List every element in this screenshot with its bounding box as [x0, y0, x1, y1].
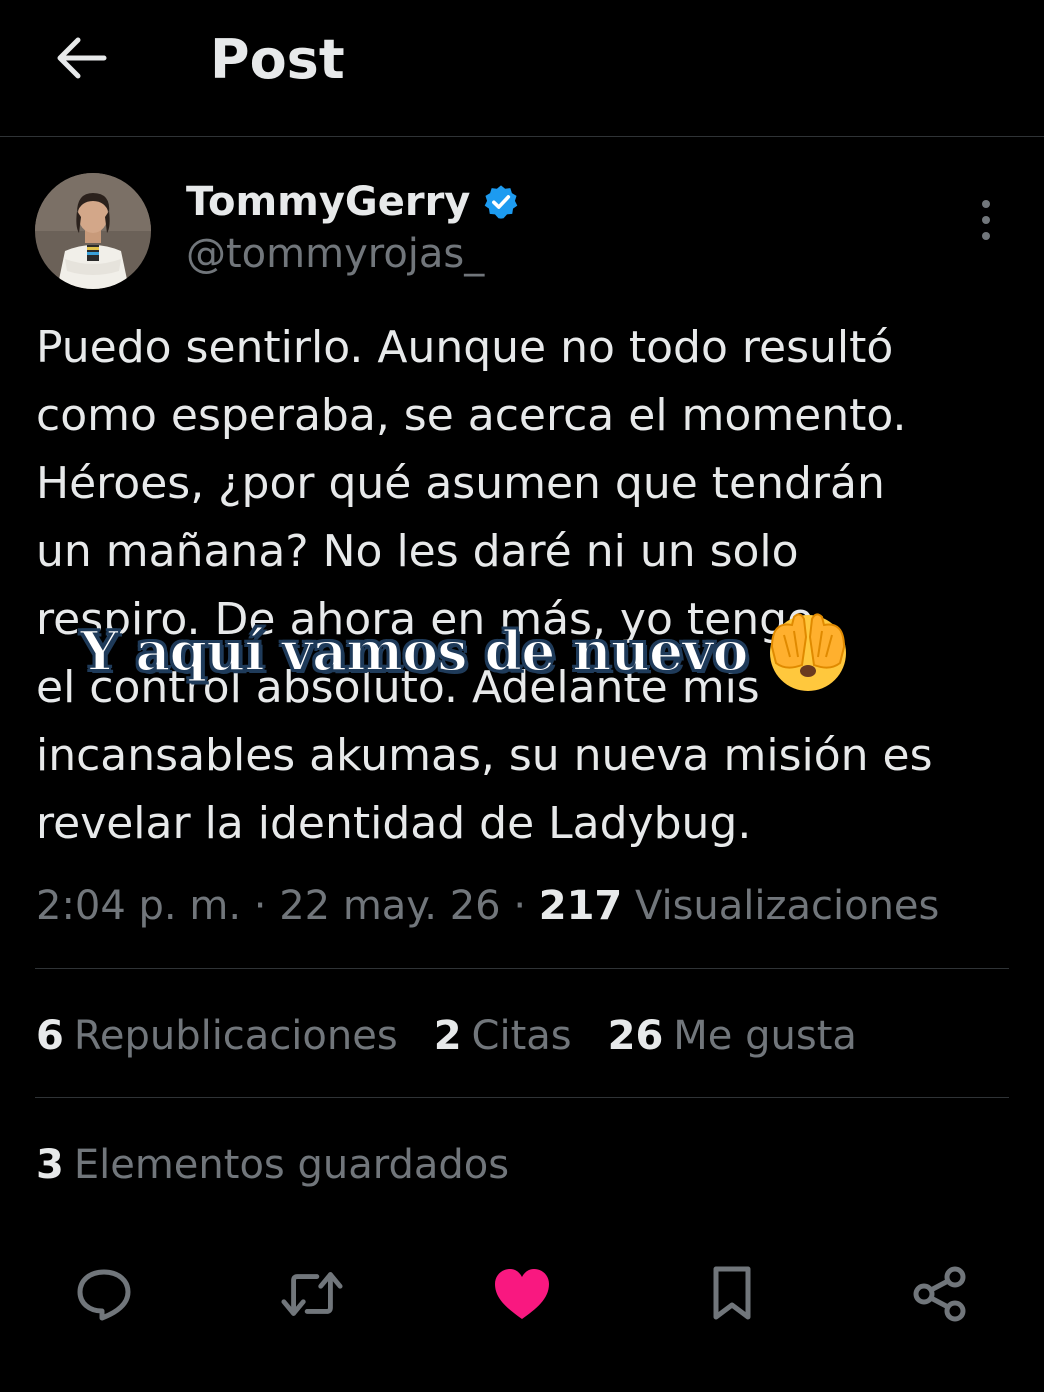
repost-button[interactable] [280, 1262, 344, 1326]
reposts-count: 6 [36, 1013, 64, 1059]
bookmark-icon [713, 1266, 751, 1320]
more-vertical-icon [982, 200, 990, 240]
engagement-stats: 6 Republicaciones 2 Citas 26 Me gusta [36, 1008, 857, 1064]
speech-bubble-icon [77, 1269, 131, 1321]
caption-text: Y aquí vamos de nuevo [79, 618, 750, 684]
top-bar: Post [0, 0, 1044, 137]
separator: · [513, 883, 539, 929]
quotes-stat[interactable]: 2 Citas [434, 1008, 572, 1064]
reposts-label: Republicaciones [73, 1013, 398, 1059]
views-label: Visualizaciones [634, 883, 940, 929]
arrow-left-icon [57, 37, 107, 79]
reposts-stat[interactable]: 6 Republicaciones [36, 1008, 398, 1064]
quotes-count: 2 [433, 1013, 462, 1059]
bookmarks-stat[interactable]: 3 Elementos guardados [36, 1137, 509, 1193]
post-metadata: 2:04 p. m. · 22 may. 26 · 217 Visualizac… [36, 880, 939, 932]
back-button[interactable] [52, 28, 112, 88]
face-peeking-emoji-icon [769, 613, 846, 691]
post-time: 2:04 p. m. [36, 883, 242, 929]
likes-stat[interactable]: 26 Me gusta [608, 1008, 857, 1064]
bookmark-button[interactable] [700, 1262, 764, 1326]
like-button[interactable] [490, 1262, 554, 1326]
verified-badge-icon [485, 185, 518, 219]
more-options-button[interactable] [966, 196, 1006, 244]
display-name-text: TommyGerry [186, 179, 471, 225]
divider [35, 968, 1009, 969]
bookmarks-label: Elementos guardados [73, 1142, 510, 1188]
post-date: 22 may. 26 [279, 883, 501, 929]
share-icon [913, 1266, 966, 1322]
reply-button[interactable] [72, 1262, 136, 1326]
likes-label: Me gusta [673, 1013, 857, 1059]
author-avatar[interactable] [35, 173, 151, 289]
likes-count: 26 [607, 1013, 664, 1059]
bookmarks-count: 3 [36, 1142, 64, 1188]
author-display-name[interactable]: TommyGerry [186, 178, 520, 226]
separator: · [253, 883, 280, 929]
divider [35, 1097, 1009, 1098]
quotes-label: Citas [471, 1013, 572, 1059]
heart-icon [495, 1269, 549, 1319]
page-title: Post [210, 28, 345, 91]
video-caption-overlay: Y aquí vamos de nuevo [79, 606, 854, 696]
share-button[interactable] [908, 1262, 972, 1326]
views-count: 217 [538, 883, 623, 929]
repost-icon [281, 1272, 343, 1316]
author-handle[interactable]: @tommyrojas_ [186, 230, 484, 278]
post-text: Puedo sentirlo. Aunque no todo resultó c… [36, 322, 933, 849]
post-detail-page: Post TommyGerry @tommyrojas_ Puedo senti… [0, 0, 1044, 1392]
